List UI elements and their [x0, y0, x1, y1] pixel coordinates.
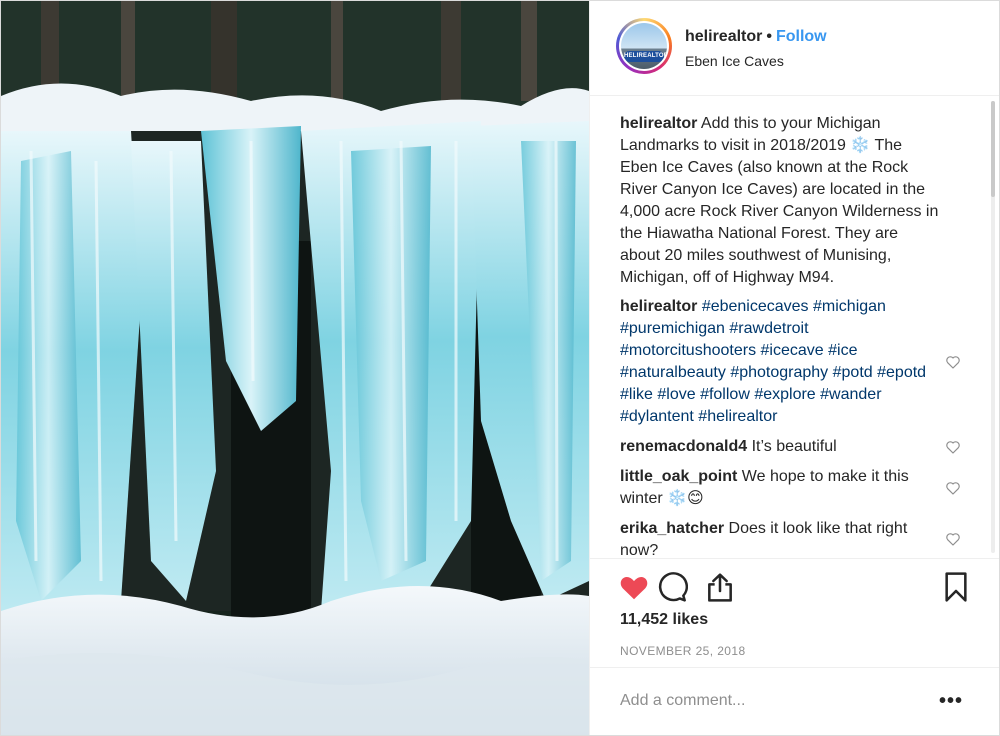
ice-cave-image [1, 1, 589, 735]
caption: helirealtor Add this to your Michigan La… [620, 113, 940, 289]
avatar[interactable]: HELIREALTOR [619, 21, 669, 71]
hashtag-link[interactable]: #motorcitushooters [620, 342, 756, 359]
hashtag-link[interactable]: #rawdetroit [729, 320, 808, 337]
hashtag-link[interactable]: #epotd [877, 364, 926, 381]
hashtag-link[interactable]: #love [657, 386, 695, 403]
add-comment-bar: ••• [590, 667, 999, 735]
comment-text: It’s beautiful [747, 438, 837, 455]
hashtag-comment: helirealtor #ebenicecaves #michigan #pur… [620, 296, 940, 428]
hashtag-link[interactable]: #helirealtor [698, 408, 777, 425]
comment-author[interactable]: erika_hatcher [620, 520, 724, 537]
comments-list[interactable]: helirealtor Add this to your Michigan La… [590, 97, 999, 559]
caption-author[interactable]: helirealtor [620, 115, 697, 132]
comments-scrollbar[interactable] [991, 101, 995, 553]
hashtag-link[interactable]: #puremichigan [620, 320, 725, 337]
comment-author[interactable]: renemacdonald4 [620, 438, 747, 455]
more-options-button[interactable]: ••• [939, 691, 963, 711]
hashtag-list: #ebenicecaves #michigan #puremichigan #r… [620, 298, 926, 425]
hashtag-link[interactable]: #like [620, 386, 653, 403]
heart-outline-icon[interactable] [945, 480, 961, 496]
hashtag-link[interactable]: #wander [820, 386, 881, 403]
header-user-line: helirealtor • Follow [685, 28, 827, 46]
hashtag-link[interactable]: #michigan [813, 298, 886, 315]
share-upload-icon[interactable] [704, 571, 736, 603]
post-header: HELIREALTOR helirealtor • Follow Eben Ice … [590, 1, 999, 96]
comment-author[interactable]: little_oak_point [620, 468, 737, 485]
hashtag-link[interactable]: #explore [754, 386, 815, 403]
likes-count[interactable]: 11,452 likes [620, 611, 708, 629]
comment-author[interactable]: helirealtor [620, 298, 697, 315]
heart-outline-icon[interactable] [945, 354, 961, 370]
comment-input[interactable] [620, 692, 920, 710]
header-username[interactable]: helirealtor [685, 28, 762, 45]
comment-item: little_oak_point We hope to make it this… [620, 466, 920, 510]
story-ring[interactable]: HELIREALTOR [616, 18, 672, 74]
bookmark-icon[interactable] [940, 571, 972, 603]
separator-dot: • [766, 28, 772, 45]
comment-bubble-icon[interactable] [656, 571, 688, 603]
post-dialog: HELIREALTOR helirealtor • Follow Eben Ice … [0, 0, 1000, 736]
heart-outline-icon[interactable] [945, 439, 961, 455]
hashtag-link[interactable]: #naturalbeauty [620, 364, 726, 381]
follow-button[interactable]: Follow [776, 28, 827, 45]
hashtag-link[interactable]: #icecave [761, 342, 824, 359]
hashtag-link[interactable]: #photography [730, 364, 828, 381]
heart-filled-icon[interactable] [618, 571, 650, 603]
location-link[interactable]: Eben Ice Caves [685, 53, 784, 69]
scrollbar-thumb[interactable] [991, 101, 995, 197]
hashtag-link[interactable]: #ice [828, 342, 857, 359]
avatar-logo-text: HELIREALTOR [624, 51, 667, 62]
hashtag-link[interactable]: #potd [833, 364, 873, 381]
comment-item: erika_hatcher Does it look like that rig… [620, 518, 920, 558]
heart-outline-icon[interactable] [945, 531, 961, 547]
avatar-image: HELIREALTOR [621, 23, 667, 69]
post-date[interactable]: November 25, 2018 [620, 644, 746, 658]
hashtag-link[interactable]: #follow [700, 386, 750, 403]
post-photo[interactable] [1, 1, 589, 735]
comment-item: renemacdonald4 It’s beautiful [620, 436, 940, 458]
caption-text: Add this to your Michigan Landmarks to v… [620, 115, 939, 286]
post-side-panel: HELIREALTOR helirealtor • Follow Eben Ice … [589, 1, 999, 735]
hashtag-link[interactable]: #dylantent [620, 408, 694, 425]
hashtag-link[interactable]: #ebenicecaves [702, 298, 809, 315]
